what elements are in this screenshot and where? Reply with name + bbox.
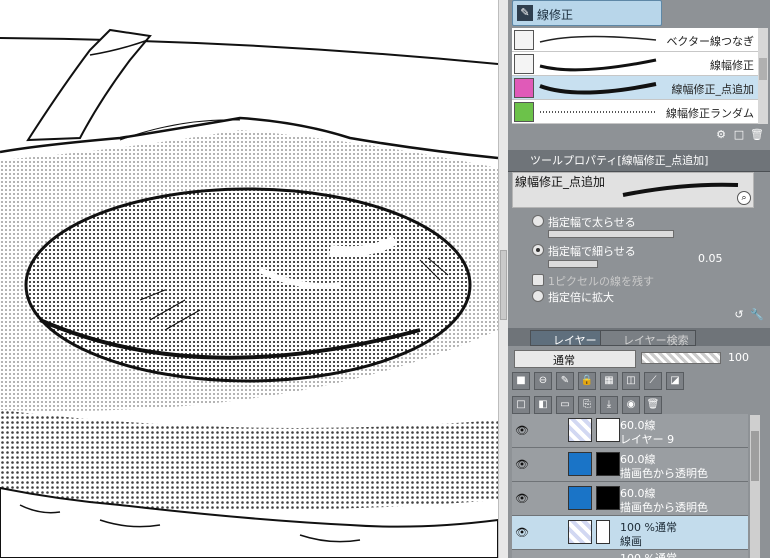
side-panel: ✎ 線修正 ベクター線つなぎ 線幅修正 線幅修正_点追加 線幅修正ランダム ⚙ … [508,0,770,558]
wrench-icon[interactable]: 🔧 [750,308,764,322]
brush-item-width-fix[interactable]: 線幅修正 [512,52,758,76]
layer-color-icon[interactable]: ■ [512,372,530,390]
stroke-preview [540,111,656,113]
visibility-eye-icon[interactable]: 👁 [514,492,530,505]
option-label: 指定倍に拡大 [548,291,614,304]
layer-row[interactable]: 100 %通常 [512,550,748,558]
mask-icon[interactable]: ◫ [622,372,640,390]
stroke-preview [539,82,657,95]
vector-icon [596,520,610,544]
layer-name: レイヤー 9 [620,433,675,446]
layer-name: 線画 [620,535,642,548]
tab-layer[interactable]: レイヤー [530,330,604,347]
brush-item-width-fix-random[interactable]: 線幅修正ランダム [512,100,758,124]
thicken-slider[interactable] [548,230,674,238]
layer-scrollbar[interactable] [750,415,760,558]
layer-thumbnail [568,418,592,442]
tool-preview: 線幅修正_点追加 ⌕ [512,172,754,208]
visibility-eye-icon[interactable]: 👁 [514,424,530,437]
preview-stroke [622,182,739,197]
layer-row[interactable]: 👁 60.0線 描画色から透明色 [512,482,748,516]
reference-icon[interactable]: ✎ [556,372,574,390]
radio-scale[interactable] [532,290,544,302]
layer-toolbar-1: ■ ⊖ ✎ 🔒 ▦ ◫ ⟋ ◪ [512,370,684,392]
drawing-canvas[interactable] [0,0,498,558]
brush-name: ベクター線つなぎ [666,35,754,48]
option-label: 指定幅で太らせる [548,216,636,229]
scrollbar-thumb[interactable] [500,250,507,320]
delete-layer-icon[interactable]: 🗑 [644,396,662,414]
mask-thumbnail [596,418,620,442]
clip-icon[interactable]: ⊖ [534,372,552,390]
brush-actions: ⚙ □ 🗑 [714,128,764,144]
settings-icon[interactable]: ⚙ [714,128,728,142]
tool-property-title: ツールプロパティ[線幅修正_点追加] [530,154,709,167]
layer-name: 描画色から透明色 [620,467,708,480]
opacity-slider[interactable] [641,352,721,364]
layer-thumbnail [568,486,592,510]
checkbox-keep-pixel[interactable] [532,274,544,286]
subtool-group-button[interactable]: ✎ 線修正 [512,0,662,26]
radio-thin[interactable] [532,244,544,256]
layer-thumbnail [568,452,592,476]
copy-layer-icon[interactable]: ⎘ [578,396,596,414]
mask-add-icon[interactable]: ◉ [622,396,640,414]
line-fix-icon: ✎ [517,5,533,21]
lock-icon[interactable]: 🔒 [578,372,596,390]
merge-down-icon[interactable]: ⤓ [600,396,618,414]
zoom-icon[interactable]: ⌕ [737,191,751,205]
layer-color-swatch-icon[interactable]: ◪ [666,372,684,390]
thin-slider[interactable] [548,260,598,268]
thin-value: 0.05 [698,252,723,265]
option-label: 1ピクセルの線を残す [548,275,654,288]
new-raster-layer-icon[interactable]: □ [512,396,530,414]
opacity-value: 100 [728,351,749,364]
ruler-icon[interactable]: ⟋ [644,372,662,390]
layer-row-selected[interactable]: 👁 100 %通常 線画 [512,516,748,550]
stroke-preview [539,58,657,72]
visibility-eye-icon[interactable]: 👁 [514,458,530,471]
mask-thumbnail [596,486,620,510]
tool-property-header: ツールプロパティ[線幅修正_点追加] [508,150,770,172]
layer-row[interactable]: 👁 60.0線 レイヤー 9 [512,414,748,448]
artwork [0,28,498,558]
delete-icon[interactable]: 🗑 [750,128,764,142]
layer-toolbar-2: □ ◧ ▭ ⎘ ⤓ ◉ 🗑 [512,394,662,416]
layer-name: 描画色から透明色 [620,501,708,514]
new-folder-icon[interactable]: ▭ [556,396,574,414]
mask-thumbnail [596,452,620,476]
brush-name: 線幅修正ランダム [666,107,754,120]
stroke-preview [539,35,657,43]
brush-name: 線幅修正_点追加 [671,83,755,96]
new-item-icon[interactable]: □ [732,128,746,142]
layer-tabs: レイヤー レイヤー検索 [508,328,770,347]
layer-row[interactable]: 👁 60.0線 描画色から透明色 [512,448,748,482]
brush-name: 線幅修正 [710,59,754,72]
lock-transparent-icon[interactable]: ▦ [600,372,618,390]
layer-info: 100 %通常 [620,550,677,558]
brush-thumb-icon [514,54,534,74]
scrollbar-thumb[interactable] [759,58,767,80]
brush-thumb-icon [514,102,534,122]
reset-icon[interactable]: ↺ [732,308,746,322]
brush-list-scrollbar[interactable] [758,28,768,124]
property-actions: ↺ 🔧 [732,308,764,324]
option-label: 指定幅で細らせる [548,245,636,258]
subtool-title: 線修正 [537,8,574,22]
new-vector-layer-icon[interactable]: ◧ [534,396,552,414]
radio-thicken[interactable] [532,215,544,227]
brush-list: ベクター線つなぎ 線幅修正 線幅修正_点追加 線幅修正ランダム [512,28,758,124]
brush-thumb-icon [514,30,534,50]
tab-layer-search[interactable]: レイヤー検索 [600,330,696,347]
canvas-scrollbar[interactable] [498,0,508,558]
scrollbar-thumb[interactable] [751,431,759,481]
brush-item-vector-join[interactable]: ベクター線つなぎ [512,28,758,52]
visibility-eye-icon[interactable]: 👁 [514,526,530,539]
layer-thumbnail [568,520,592,544]
blend-mode-select[interactable]: 通常 [514,350,636,368]
brush-item-width-fix-add-point[interactable]: 線幅修正_点追加 [512,76,758,100]
brush-thumb-icon [514,78,534,98]
